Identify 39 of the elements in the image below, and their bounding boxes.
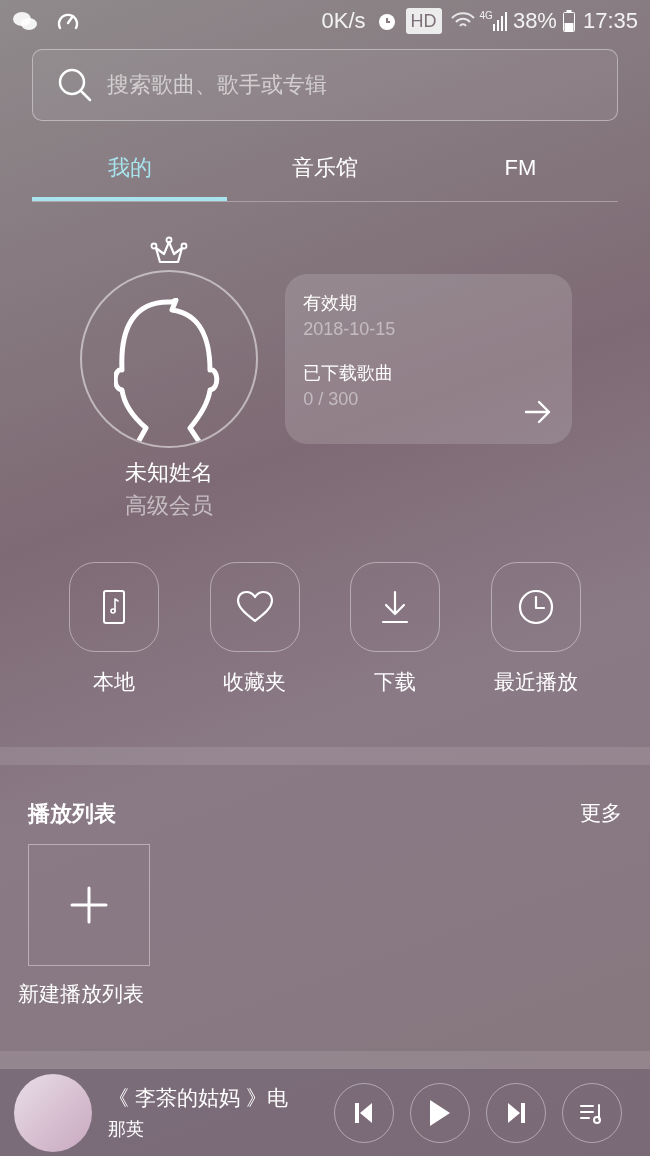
- membership-card[interactable]: 有效期 2018-10-15 已下载歌曲 0 / 300: [285, 273, 572, 444]
- avatar[interactable]: [79, 269, 258, 448]
- search-bar[interactable]: 搜索歌曲、歌手或专辑: [32, 48, 618, 121]
- user-name: 未知姓名: [124, 458, 213, 487]
- heart-icon: [235, 589, 274, 624]
- shortcut-button[interactable]: 最近播放: [465, 561, 606, 698]
- chat-app-icon: [12, 9, 38, 32]
- more-link[interactable]: 更多: [580, 797, 622, 829]
- clock: 17:35: [582, 7, 638, 36]
- section-title: 播放列表: [28, 799, 116, 828]
- hd-badge: HD: [405, 7, 442, 34]
- expiry-date: 2018-10-15: [303, 317, 397, 341]
- download-icon: [380, 589, 411, 624]
- next-icon: [507, 1101, 525, 1124]
- plus-icon: [70, 885, 108, 924]
- play-icon: [429, 1098, 451, 1127]
- tab[interactable]: 我的: [32, 138, 228, 201]
- network-type: 4G: [479, 10, 493, 21]
- search-icon: [57, 66, 93, 103]
- shortcut-button[interactable]: 本地: [44, 561, 185, 698]
- new-playlist-label: 新建播放列表: [18, 980, 144, 1007]
- downloads-label: 已下载歌曲: [303, 361, 395, 385]
- previous-icon: [355, 1101, 373, 1124]
- artist-name: 那英: [108, 1117, 145, 1141]
- tab[interactable]: 音乐馆: [227, 138, 423, 201]
- battery-icon: [562, 9, 575, 32]
- clock-icon: [516, 587, 555, 626]
- battery-percent: 38%: [512, 7, 557, 36]
- song-title: 《 李茶的姑妈 》电: [108, 1085, 289, 1112]
- shortcut-button[interactable]: 收藏夹: [184, 561, 325, 698]
- network-speed: 0K/s: [321, 7, 366, 36]
- expiry-label: 有效期: [303, 291, 359, 315]
- signal-icon: [492, 10, 507, 31]
- tab[interactable]: FM: [422, 138, 618, 201]
- phone-music-icon: [102, 588, 127, 625]
- downloads-count: 0 / 300: [303, 387, 359, 411]
- member-level: 高级会员: [124, 491, 213, 520]
- shortcut-button[interactable]: 下载: [325, 561, 466, 698]
- search-field[interactable]: 搜索歌曲、歌手或专辑: [107, 68, 593, 102]
